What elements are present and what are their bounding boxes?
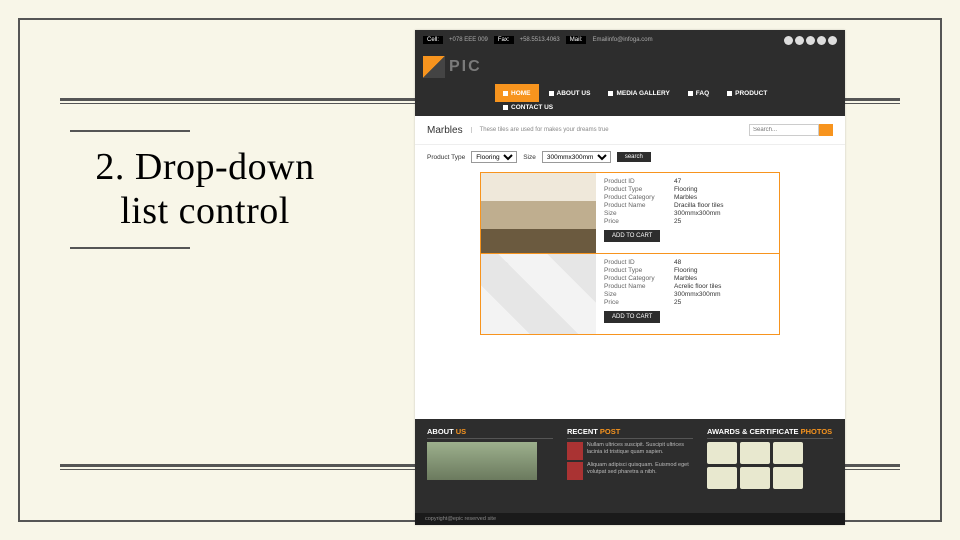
nav-home[interactable]: HOME — [495, 84, 539, 102]
nav-contact[interactable]: CONTACT US — [495, 102, 561, 113]
footer-about: ABOUT US — [427, 427, 553, 517]
product-info: Product ID48 Product TypeFlooring Produc… — [596, 254, 779, 334]
award-badge-icon — [773, 442, 803, 464]
size-label: Size — [523, 154, 536, 161]
secondary-nav: CONTACT US — [415, 102, 845, 116]
title-rule-bottom — [70, 247, 190, 249]
nav-media[interactable]: MEDIA GALLERY — [600, 84, 677, 102]
product-info: Product ID47 Product TypeFlooring Produc… — [596, 173, 779, 253]
social-icon[interactable] — [828, 36, 837, 45]
product-card: Product ID48 Product TypeFlooring Produc… — [480, 253, 780, 335]
media-icon — [608, 91, 613, 96]
cell-value: +078 EEE 009 — [449, 37, 488, 43]
cell-label: Cell: — [423, 36, 443, 44]
nav-about[interactable]: ABOUT US — [541, 84, 599, 102]
site-footer: ABOUT US RECENT POST Nullam ultrices sus… — [415, 419, 845, 525]
product-image — [481, 173, 596, 253]
add-to-cart-button[interactable]: ADD TO CART — [604, 311, 660, 323]
fax-value: +58.5513.4063 — [520, 37, 560, 43]
nav-product[interactable]: PRODUCT — [719, 84, 775, 102]
footer-recent: RECENT POST Nullam ultrices suscipit. Su… — [567, 427, 693, 517]
home-icon — [503, 91, 508, 96]
slide-title-block: 2. Drop-down list control — [70, 130, 340, 249]
filter-row: Product Type Flooring Size 300mmx300mm s… — [415, 145, 845, 169]
nav-faq[interactable]: FAQ — [680, 84, 717, 102]
product-image — [481, 254, 596, 334]
product-list: Product ID47 Product TypeFlooring Produc… — [415, 169, 845, 339]
slide-title: 2. Drop-down list control — [70, 146, 340, 233]
award-badge-icon — [740, 467, 770, 489]
search-box — [749, 124, 833, 136]
add-to-cart-button[interactable]: ADD TO CART — [604, 230, 660, 242]
social-icon[interactable] — [795, 36, 804, 45]
social-icon[interactable] — [817, 36, 826, 45]
logo-row: PIC — [415, 50, 845, 84]
post-thumb — [567, 442, 583, 460]
post-thumb — [567, 462, 583, 480]
screenshot-embed: Cell: +078 EEE 009 Fax: +58.5513.4063 Ma… — [415, 30, 845, 525]
footer-awards: AWARDS & CERTIFICATE PHOTOS — [707, 427, 833, 517]
logo-icon — [423, 56, 445, 78]
primary-nav: HOME ABOUT US MEDIA GALLERY FAQ PRODUCT — [415, 84, 845, 102]
logo-text: PIC — [449, 58, 482, 76]
about-icon — [549, 91, 554, 96]
search-input[interactable] — [749, 124, 819, 136]
filter-search-button[interactable]: search — [617, 152, 651, 162]
product-icon — [727, 91, 732, 96]
page-tagline: These tiles are used for makes your drea… — [471, 127, 609, 133]
award-badge-icon — [707, 442, 737, 464]
page-header: Marbles These tiles are used for makes y… — [415, 116, 845, 145]
about-image — [427, 442, 537, 480]
social-icon[interactable] — [806, 36, 815, 45]
title-rule-top — [70, 130, 190, 132]
search-button[interactable] — [819, 124, 833, 136]
recent-post[interactable]: Nullam ultrices suscipit. Suscipit ultri… — [567, 442, 693, 460]
mail-label: Mail: — [566, 36, 587, 44]
product-card: Product ID47 Product TypeFlooring Produc… — [480, 172, 780, 254]
social-icon[interactable] — [784, 36, 793, 45]
award-badges — [707, 442, 833, 489]
recent-post[interactable]: Aliquam adipisci quisquam. Euismod eget … — [567, 462, 693, 480]
copyright: copyright@epic reserved site — [415, 513, 845, 525]
size-dropdown[interactable]: 300mmx300mm — [542, 151, 611, 163]
award-badge-icon — [707, 467, 737, 489]
contact-icon — [503, 105, 508, 110]
product-type-label: Product Type — [427, 154, 465, 161]
page-title: Marbles — [427, 125, 463, 136]
award-badge-icon — [773, 467, 803, 489]
faq-icon — [688, 91, 693, 96]
mail-value: Emailinfo@infoga.com — [592, 37, 652, 43]
product-type-dropdown[interactable]: Flooring — [471, 151, 517, 163]
social-icons — [784, 36, 837, 45]
award-badge-icon — [740, 442, 770, 464]
contact-bar: Cell: +078 EEE 009 Fax: +58.5513.4063 Ma… — [415, 30, 845, 50]
fax-label: Fax: — [494, 36, 514, 44]
